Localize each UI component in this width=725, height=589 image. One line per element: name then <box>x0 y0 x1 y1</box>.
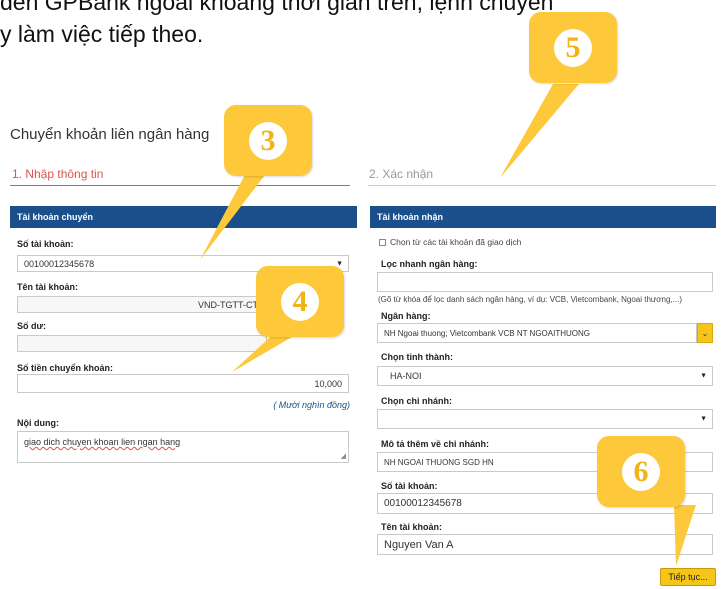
callout-3: 3 <box>224 105 312 176</box>
amount-label: Số tiền chuyển khoản: <box>17 363 114 373</box>
step-1-input: 1. Nhập thông tin <box>12 167 104 181</box>
dest-account-name-value: Nguyen Van A <box>384 538 454 551</box>
bank-select-value: NH Ngoai thuong; Vietcombank VCB NT NGOA… <box>384 328 590 338</box>
source-account-name-field: VND-TGTT-CT <box>17 296 267 313</box>
branch-select[interactable]: ▼ <box>377 409 713 429</box>
step-2-confirm: 2. Xác nhận <box>369 167 434 181</box>
content-value: giao dich chuyen khoan lien ngan hang <box>24 437 181 447</box>
branch-label: Chọn chi nhánh: <box>381 396 452 406</box>
dest-account-name-label: Tên tài khoản: <box>381 522 443 532</box>
content-label: Nội dung: <box>17 418 59 428</box>
callout-6: 6 <box>597 436 685 507</box>
checkbox-icon[interactable] <box>379 238 386 246</box>
intro-line-1: đến GPBank ngoài khoảng thời gian trên, … <box>0 0 554 15</box>
province-select[interactable]: HA-NOI ▼ <box>377 366 713 386</box>
content-textarea[interactable]: giao dich chuyen khoan lien ngan hang ◢ <box>17 431 349 463</box>
source-account-number-label: Số tài khoản: <box>17 239 74 249</box>
source-account-name-value: VND-TGTT-CT <box>198 299 258 310</box>
callout-5-number: 5 <box>554 29 592 67</box>
bank-filter-hint: (Gõ từ khóa để lọc danh sách ngân hàng, … <box>378 295 682 304</box>
source-panel-header: Tài khoản chuyển <box>10 206 357 228</box>
destination-panel-header: Tài khoản nhận <box>370 206 716 228</box>
amount-value: 10,000 <box>314 378 342 389</box>
dropdown-caret-icon: ▼ <box>700 415 707 423</box>
pick-existing-row[interactable]: Chọn từ các tài khoản đã giao dịch <box>379 237 521 247</box>
dest-account-number-value: 00100012345678 <box>384 498 462 509</box>
pick-existing-label: Chọn từ các tài khoản đã giao dịch <box>390 237 522 247</box>
province-label: Chọn tỉnh thành: <box>381 352 453 362</box>
dropdown-caret-icon: ▼ <box>700 372 707 380</box>
bank-label: Ngân hàng: <box>381 311 431 321</box>
bank-dropdown-toggle[interactable]: ⌄ <box>697 323 713 343</box>
branch-desc-label: Mô tả thêm về chi nhánh: <box>381 439 490 449</box>
callout-4: 4 <box>256 266 344 337</box>
dropdown-caret-icon: ▼ <box>336 260 343 267</box>
intro-line-2: y làm việc tiếp theo. <box>0 21 204 47</box>
bank-select[interactable]: NH Ngoai thuong; Vietcombank VCB NT NGOA… <box>377 323 697 343</box>
bank-filter-input[interactable] <box>377 272 713 292</box>
search-toggle-icon: ⌄ <box>701 328 709 338</box>
source-balance-field <box>17 335 267 352</box>
callout-5: 5 <box>529 12 617 83</box>
next-button[interactable]: Tiếp tục... <box>660 568 716 586</box>
step-2-underline <box>368 185 716 186</box>
branch-desc-value: NH NGOAI THUONG SGD HN <box>384 457 494 467</box>
callout-6-number: 6 <box>622 453 660 491</box>
callout-4-number: 4 <box>281 283 319 321</box>
page-title: Chuyển khoản liên ngân hàng <box>10 126 210 143</box>
callout-3-number: 3 <box>249 122 287 160</box>
province-select-value: HA-NOI <box>390 371 422 381</box>
source-balance-label: Số dư: <box>17 321 47 331</box>
bank-filter-label: Lọc nhanh ngân hàng: <box>381 259 478 269</box>
dest-account-name-input[interactable]: Nguyen Van A <box>377 534 713 555</box>
amount-in-words: ( Mười nghìn đồng) <box>273 400 350 410</box>
callout-5-pointer <box>500 84 579 178</box>
step-1-underline <box>10 185 350 186</box>
source-account-name-label: Tên tài khoản: <box>17 282 79 292</box>
dest-account-number-label: Số tài khoản: <box>381 481 438 491</box>
amount-input[interactable]: 10,000 <box>17 374 349 393</box>
resize-grip-icon[interactable]: ◢ <box>341 452 346 460</box>
source-account-select-value: 00100012345678 <box>24 258 95 269</box>
